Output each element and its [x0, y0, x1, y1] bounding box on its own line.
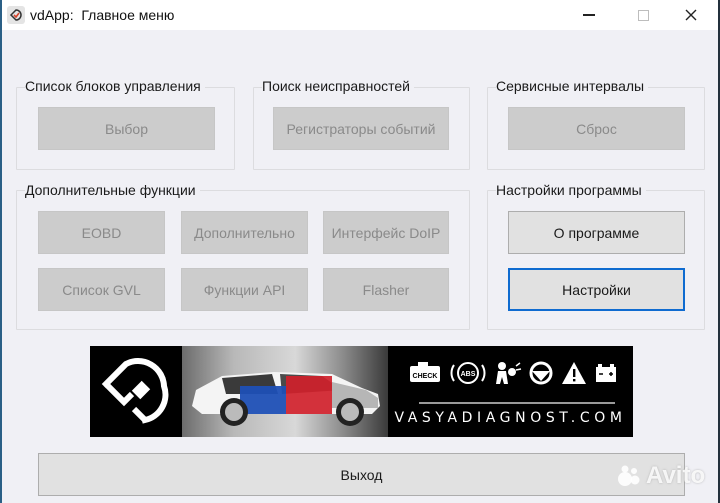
banner-divider	[419, 402, 615, 404]
flasher-button[interactable]: Flasher	[323, 268, 449, 311]
group-title-control-units: Список блоков управления	[25, 78, 205, 94]
event-recorders-button[interactable]: Регистраторы событий	[273, 107, 449, 150]
battery-icon	[596, 364, 616, 382]
abs-icon: ABS	[450, 362, 486, 384]
minimize-button[interactable]	[566, 0, 612, 30]
close-icon	[685, 9, 697, 21]
check-engine-icon: CHECK	[410, 362, 440, 382]
minimize-icon	[583, 14, 595, 16]
banner-info: CHECK ABS VASYADIAGNOST.COM	[388, 346, 633, 437]
dashboard-icons: CHECK ABS	[410, 361, 616, 385]
eobd-button[interactable]: EOBD	[38, 211, 165, 254]
airbag-icon	[496, 362, 522, 384]
group-title-program-settings: Настройки программы	[496, 182, 646, 198]
select-button[interactable]: Выбор	[38, 107, 215, 150]
app-icon	[7, 6, 25, 24]
additional-button[interactable]: Дополнительно	[181, 211, 308, 254]
maximize-icon	[637, 9, 649, 21]
promo-banner: CHECK ABS VASYADIAGNOST.COM	[90, 346, 633, 437]
exit-button[interactable]: Выход	[38, 453, 685, 496]
banner-website: VASYADIAGNOST.COM	[394, 410, 627, 426]
window-title: vdApp: Главное меню	[30, 7, 175, 23]
avito-watermark: Avito	[617, 462, 705, 490]
doip-interface-button[interactable]: Интерфейс DoIP	[323, 211, 449, 254]
steering-wheel-icon	[529, 361, 553, 385]
warning-triangle-icon	[562, 362, 586, 384]
car-image	[182, 346, 388, 437]
close-button[interactable]	[668, 0, 714, 30]
about-button[interactable]: О программе	[508, 211, 685, 254]
brand-logo	[90, 346, 182, 437]
reset-button[interactable]: Сброс	[508, 107, 685, 150]
group-title-fault-search: Поиск неисправностей	[262, 78, 414, 94]
group-title-extra-functions: Дополнительные функции	[25, 182, 200, 198]
avito-logo-icon	[618, 465, 640, 486]
svg-text:ABS: ABS	[461, 371, 476, 378]
svg-text:CHECK: CHECK	[413, 373, 438, 380]
maximize-button[interactable]	[620, 0, 666, 30]
settings-button[interactable]: Настройки	[508, 268, 685, 311]
watermark-text: Avito	[646, 462, 706, 489]
main-window: vdApp: Главное меню Список блоков управл…	[0, 0, 720, 503]
gvl-list-button[interactable]: Список GVL	[38, 268, 165, 311]
brand-logo-icon	[101, 358, 169, 424]
title-bar[interactable]: vdApp: Главное меню	[2, 0, 718, 30]
api-functions-button[interactable]: Функции API	[181, 268, 308, 311]
group-title-service-intervals: Сервисные интервалы	[496, 78, 649, 94]
